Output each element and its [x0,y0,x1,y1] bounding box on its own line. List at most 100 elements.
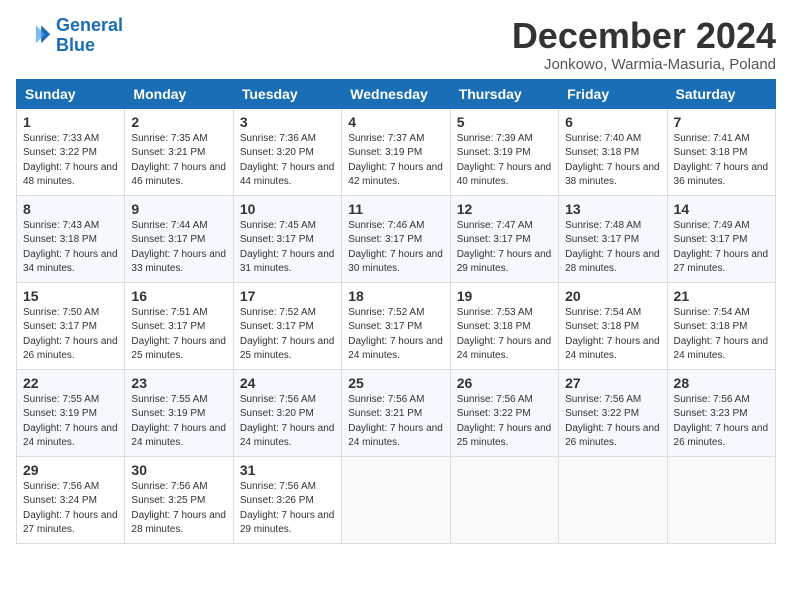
calendar-cell: 30 Sunrise: 7:56 AMSunset: 3:25 PMDayligh… [125,456,233,543]
calendar-cell: 13 Sunrise: 7:48 AMSunset: 3:17 PMDayligh… [559,195,667,282]
calendar-cell: 19Sunrise: 7:53 AMSunset: 3:18 PMDayligh… [450,282,558,369]
calendar-cell: 6Sunrise: 7:40 AMSunset: 3:18 PMDaylight… [559,108,667,195]
day-info: Sunrise: 7:55 AMSunset: 3:19 PMDaylight:… [131,393,226,451]
day-info: Sunrise: 7:41 AMSunset: 3:18 PMDaylight:… [674,132,769,190]
calendar-cell: 31 Sunrise: 7:56 AMSunset: 3:26 PMDayligh… [233,456,341,543]
day-info: Sunrise: 7:43 AMSunset: 3:18 PMDaylight:… [23,219,118,277]
calendar-week-row: 8 Sunrise: 7:43 AMSunset: 3:18 PMDaylight… [17,195,776,282]
day-info: Sunrise: 7:56 AMSunset: 3:26 PMDaylight:… [240,480,335,538]
day-number: 28 [674,375,769,391]
calendar-cell [667,456,775,543]
calendar-cell: 20Sunrise: 7:54 AMSunset: 3:18 PMDayligh… [559,282,667,369]
column-header-saturday: Saturday [667,79,775,108]
day-info: Sunrise: 7:52 AMSunset: 3:17 PMDaylight:… [348,306,443,364]
logo: General Blue [16,16,123,56]
day-number: 1 [23,114,118,130]
calendar-cell: 18 Sunrise: 7:52 AMSunset: 3:17 PMDayligh… [342,282,450,369]
calendar-cell: 25Sunrise: 7:56 AMSunset: 3:21 PMDayligh… [342,369,450,456]
day-info: Sunrise: 7:54 AMSunset: 3:18 PMDaylight:… [565,306,660,364]
calendar-cell: 3 Sunrise: 7:36 AMSunset: 3:20 PMDaylight… [233,108,341,195]
title-block: December 2024 Jonkowo, Warmia-Masuria, P… [512,16,776,73]
day-info: Sunrise: 7:36 AMSunset: 3:20 PMDaylight:… [240,132,335,190]
day-number: 29 [23,462,118,478]
day-number: 8 [23,201,118,217]
logo-text: General Blue [56,16,123,56]
day-number: 2 [131,114,226,130]
day-info: Sunrise: 7:46 AMSunset: 3:17 PMDaylight:… [348,219,443,277]
day-number: 5 [457,114,552,130]
calendar-cell: 23 Sunrise: 7:55 AMSunset: 3:19 PMDayligh… [125,369,233,456]
day-number: 30 [131,462,226,478]
day-info: Sunrise: 7:55 AMSunset: 3:19 PMDaylight:… [23,393,118,451]
day-info: Sunrise: 7:44 AMSunset: 3:17 PMDaylight:… [131,219,226,277]
calendar-header-row: SundayMondayTuesdayWednesdayThursdayFrid… [17,79,776,108]
calendar-week-row: 29 Sunrise: 7:56 AMSunset: 3:24 PMDayligh… [17,456,776,543]
calendar-cell: 26 Sunrise: 7:56 AMSunset: 3:22 PMDayligh… [450,369,558,456]
calendar-cell [559,456,667,543]
calendar-cell: 1Sunrise: 7:33 AMSunset: 3:22 PMDaylight… [17,108,125,195]
calendar-cell: 2 Sunrise: 7:35 AMSunset: 3:21 PMDaylight… [125,108,233,195]
day-number: 14 [674,201,769,217]
month-title: December 2024 [512,16,776,56]
day-info: Sunrise: 7:48 AMSunset: 3:17 PMDaylight:… [565,219,660,277]
calendar-cell: 27Sunrise: 7:56 AMSunset: 3:22 PMDayligh… [559,369,667,456]
calendar-cell: 21Sunrise: 7:54 AMSunset: 3:18 PMDayligh… [667,282,775,369]
day-info: Sunrise: 7:56 AMSunset: 3:24 PMDaylight:… [23,480,118,538]
location-subtitle: Jonkowo, Warmia-Masuria, Poland [512,56,776,73]
calendar-cell: 8 Sunrise: 7:43 AMSunset: 3:18 PMDaylight… [17,195,125,282]
day-number: 16 [131,288,226,304]
day-number: 22 [23,375,118,391]
calendar-cell: 10 Sunrise: 7:45 AMSunset: 3:17 PMDayligh… [233,195,341,282]
day-number: 15 [23,288,118,304]
day-number: 12 [457,201,552,217]
calendar-cell: 7 Sunrise: 7:41 AMSunset: 3:18 PMDaylight… [667,108,775,195]
calendar-week-row: 22 Sunrise: 7:55 AMSunset: 3:19 PMDayligh… [17,369,776,456]
calendar-cell: 5 Sunrise: 7:39 AMSunset: 3:19 PMDaylight… [450,108,558,195]
day-info: Sunrise: 7:56 AMSunset: 3:23 PMDaylight:… [674,393,769,451]
calendar-cell: 17Sunrise: 7:52 AMSunset: 3:17 PMDayligh… [233,282,341,369]
column-header-sunday: Sunday [17,79,125,108]
day-number: 31 [240,462,335,478]
column-header-tuesday: Tuesday [233,79,341,108]
day-number: 26 [457,375,552,391]
calendar-cell: 22 Sunrise: 7:55 AMSunset: 3:19 PMDayligh… [17,369,125,456]
day-info: Sunrise: 7:56 AMSunset: 3:22 PMDaylight:… [457,393,552,451]
day-number: 21 [674,288,769,304]
day-number: 10 [240,201,335,217]
calendar-cell: 14 Sunrise: 7:49 AMSunset: 3:17 PMDayligh… [667,195,775,282]
column-header-wednesday: Wednesday [342,79,450,108]
page-header: General Blue December 2024 Jonkowo, Warm… [16,16,776,73]
day-info: Sunrise: 7:45 AMSunset: 3:17 PMDaylight:… [240,219,335,277]
day-info: Sunrise: 7:47 AMSunset: 3:17 PMDaylight:… [457,219,552,277]
calendar-table: SundayMondayTuesdayWednesdayThursdayFrid… [16,79,776,544]
day-info: Sunrise: 7:56 AMSunset: 3:20 PMDaylight:… [240,393,335,451]
calendar-cell: 24 Sunrise: 7:56 AMSunset: 3:20 PMDayligh… [233,369,341,456]
calendar-week-row: 1Sunrise: 7:33 AMSunset: 3:22 PMDaylight… [17,108,776,195]
day-number: 3 [240,114,335,130]
day-number: 24 [240,375,335,391]
day-info: Sunrise: 7:49 AMSunset: 3:17 PMDaylight:… [674,219,769,277]
calendar-cell [342,456,450,543]
day-info: Sunrise: 7:50 AMSunset: 3:17 PMDaylight:… [23,306,118,364]
day-number: 11 [348,201,443,217]
column-header-monday: Monday [125,79,233,108]
day-number: 9 [131,201,226,217]
calendar-cell: 16Sunrise: 7:51 AMSunset: 3:17 PMDayligh… [125,282,233,369]
day-info: Sunrise: 7:56 AMSunset: 3:21 PMDaylight:… [348,393,443,451]
day-info: Sunrise: 7:39 AMSunset: 3:19 PMDaylight:… [457,132,552,190]
day-number: 18 [348,288,443,304]
calendar-cell: 12 Sunrise: 7:47 AMSunset: 3:17 PMDayligh… [450,195,558,282]
day-info: Sunrise: 7:37 AMSunset: 3:19 PMDaylight:… [348,132,443,190]
calendar-cell: 29 Sunrise: 7:56 AMSunset: 3:24 PMDayligh… [17,456,125,543]
day-number: 7 [674,114,769,130]
calendar-week-row: 15 Sunrise: 7:50 AMSunset: 3:17 PMDayligh… [17,282,776,369]
day-info: Sunrise: 7:56 AMSunset: 3:25 PMDaylight:… [131,480,226,538]
calendar-cell: 9 Sunrise: 7:44 AMSunset: 3:17 PMDaylight… [125,195,233,282]
day-number: 13 [565,201,660,217]
day-number: 23 [131,375,226,391]
day-info: Sunrise: 7:35 AMSunset: 3:21 PMDaylight:… [131,132,226,190]
day-number: 17 [240,288,335,304]
calendar-cell: 4 Sunrise: 7:37 AMSunset: 3:19 PMDaylight… [342,108,450,195]
day-number: 4 [348,114,443,130]
day-info: Sunrise: 7:40 AMSunset: 3:18 PMDaylight:… [565,132,660,190]
